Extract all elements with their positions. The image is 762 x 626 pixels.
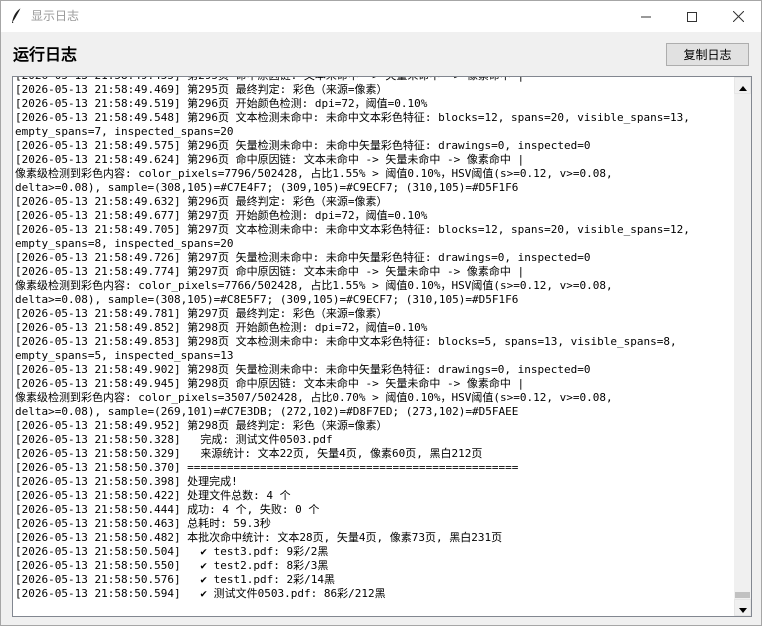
log-line: empty_spans=8, inspected_spans=20: [15, 237, 234, 250]
log-content[interactable]: [2026-05-13 21:58:49.455] 第295页 命中原因链: 文…: [15, 77, 735, 616]
log-line: [2026-05-13 21:58:49.677] 第297页 开始颜色检测: …: [15, 209, 428, 222]
log-line: [2026-05-13 21:58:50.422] 处理文件总数: 4 个: [15, 489, 291, 502]
log-line: 像素级检测到彩色内容: color_pixels=3507/502428, 占比…: [15, 391, 613, 404]
log-line: [2026-05-13 21:58:49.781] 第297页 最终判定: 彩色…: [15, 307, 388, 320]
log-line: [2026-05-13 21:58:50.463] 总耗时: 59.3秒: [15, 517, 271, 530]
log-line: [2026-05-13 21:58:49.455] 第295页 命中原因链: 文…: [15, 77, 735, 83]
log-line: [2026-05-13 21:58:50.398] 处理完成!: [15, 475, 238, 488]
log-line: [2026-05-13 21:58:49.945] 第298页 命中原因链: 文…: [15, 377, 525, 390]
vertical-scrollbar[interactable]: [734, 77, 751, 616]
log-line: empty_spans=5, inspected_spans=13: [15, 349, 234, 362]
maximize-button[interactable]: [669, 1, 715, 32]
scroll-down-button[interactable]: [734, 599, 751, 616]
log-line: [2026-05-13 21:58:50.594] ✔ 测试文件0503.pdf…: [15, 587, 386, 600]
log-line: [2026-05-13 21:58:49.519] 第296页 开始颜色检测: …: [15, 97, 428, 110]
log-line: [2026-05-13 21:58:49.726] 第297页 矢量检测未命中:…: [15, 251, 591, 264]
maximize-icon: [687, 7, 697, 26]
log-line: [2026-05-13 21:58:50.444] 成功: 4 个, 失败: 0…: [15, 503, 320, 516]
log-line: [2026-05-13 21:58:50.504] ✔ test3.pdf: 9…: [15, 545, 329, 558]
title-bar[interactable]: 显示日志: [1, 1, 761, 32]
log-line: [2026-05-13 21:58:50.576] ✔ test1.pdf: 2…: [15, 573, 336, 586]
log-line: [2026-05-13 21:58:50.482] 本批次命中统计: 文本28页…: [15, 531, 503, 544]
log-line: delta>=0.08), sample=(308,105)=#C8E5F7; …: [15, 293, 519, 306]
log-text-area[interactable]: [2026-05-13 21:58:49.455] 第295页 命中原因链: 文…: [12, 76, 752, 617]
triangle-up-icon: [738, 77, 747, 95]
triangle-down-icon: [738, 598, 747, 616]
log-line: empty_spans=7, inspected_spans=20: [15, 125, 234, 138]
log-line: [2026-05-13 21:58:50.550] ✔ test2.pdf: 8…: [15, 559, 329, 572]
log-line: delta>=0.08), sample=(269,101)=#C7E3DB; …: [15, 405, 519, 418]
log-line: [2026-05-13 21:58:49.902] 第298页 矢量检测未命中:…: [15, 363, 591, 376]
log-line: [2026-05-13 21:58:50.328] 完成: 测试文件0503.p…: [15, 433, 333, 446]
log-line: 像素级检测到彩色内容: color_pixels=7766/502428, 占比…: [15, 279, 613, 292]
page-title: 运行日志: [13, 45, 78, 64]
scroll-up-button[interactable]: [734, 77, 751, 94]
close-icon: [732, 7, 744, 26]
log-line: [2026-05-13 21:58:49.632] 第296页 最终判定: 彩色…: [15, 195, 388, 208]
window-title: 显示日志: [31, 9, 80, 23]
log-line: [2026-05-13 21:58:49.705] 第297页 文本检测未命中:…: [15, 223, 690, 236]
copy-log-button[interactable]: 复制日志: [666, 43, 749, 66]
minimize-button[interactable]: [623, 1, 669, 32]
log-line: [2026-05-13 21:58:50.329] 来源统计: 文本22页, 矢…: [15, 447, 483, 460]
log-line: [2026-05-13 21:58:49.853] 第298页 文本检测未命中:…: [15, 335, 677, 348]
log-line: [2026-05-13 21:58:49.952] 第298页 最终判定: 彩色…: [15, 419, 388, 432]
log-line: 像素级检测到彩色内容: color_pixels=7796/502428, 占比…: [15, 167, 613, 180]
minimize-icon: [641, 7, 651, 26]
log-line: [2026-05-13 21:58:49.852] 第298页 开始颜色检测: …: [15, 321, 428, 334]
log-line: [2026-05-13 21:58:49.469] 第295页 最终判定: 彩色…: [15, 83, 388, 96]
log-line: delta>=0.08), sample=(308,105)=#C7E4F7; …: [15, 181, 519, 194]
log-line: [2026-05-13 21:58:49.624] 第296页 命中原因链: 文…: [15, 153, 525, 166]
feather-icon: [9, 7, 25, 25]
log-window: 显示日志 运行日志 复制日志 [2026-05-13 21:58:49.455]…: [0, 0, 762, 626]
log-line: [2026-05-13 21:58:49.548] 第296页 文本检测未命中:…: [15, 111, 690, 124]
log-line: [2026-05-13 21:58:50.370] ==============…: [15, 461, 519, 474]
log-line: [2026-05-13 21:58:49.575] 第296页 矢量检测未命中:…: [15, 139, 591, 152]
log-line: [2026-05-13 21:58:49.774] 第297页 命中原因链: 文…: [15, 265, 525, 278]
close-button[interactable]: [715, 1, 761, 32]
